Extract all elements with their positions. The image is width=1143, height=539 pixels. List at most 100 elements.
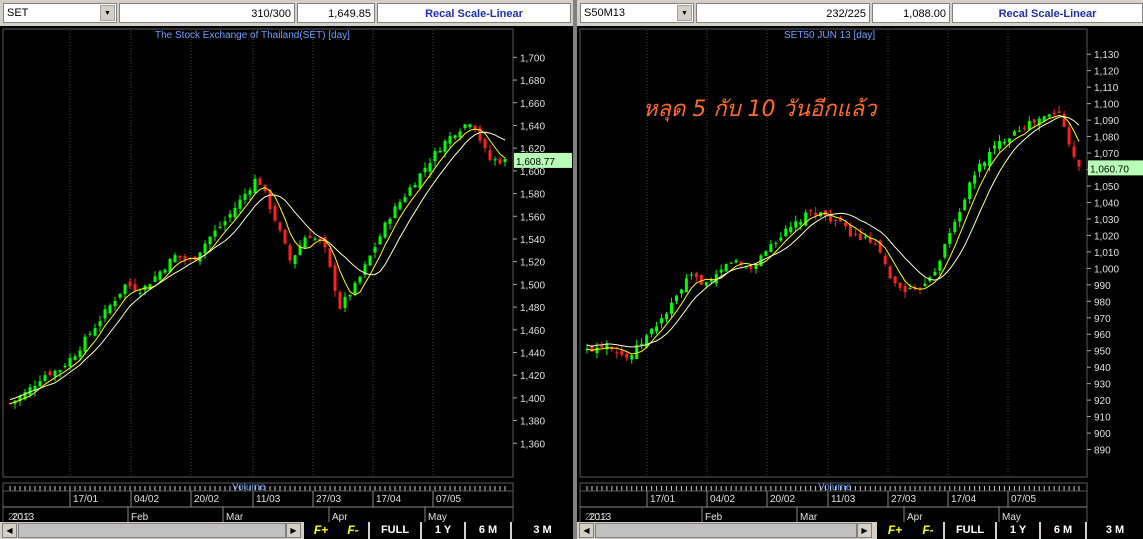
date-label: 27/03 — [891, 494, 916, 505]
candle-body — [28, 387, 32, 395]
candle-body — [883, 255, 887, 265]
chevron-down-icon[interactable]: ▼ — [677, 5, 692, 21]
price-chart[interactable]: The Stock Exchange of Thailand(SET) [day… — [0, 26, 573, 522]
candle-body — [438, 150, 442, 153]
candle-body — [893, 276, 897, 284]
date-label: 17/01 — [650, 494, 675, 505]
candle-body — [595, 347, 599, 354]
candle-body — [138, 292, 142, 294]
candle-body — [353, 282, 357, 295]
candle-body — [943, 244, 947, 258]
candle-body — [358, 276, 362, 283]
candle-body — [178, 255, 182, 258]
horizontal-scrollbar[interactable] — [18, 523, 286, 538]
candle-body — [43, 375, 47, 381]
zoom-in-button[interactable]: F+ — [877, 522, 913, 539]
recal-scale-button[interactable]: Recal Scale-Linear — [952, 3, 1143, 23]
ma-10-line — [9, 131, 506, 401]
axis-label: 1,110 — [1094, 83, 1119, 94]
candle-body — [108, 305, 112, 313]
candle-body — [483, 139, 487, 149]
axis-label: 1,120 — [1094, 67, 1119, 78]
candle-body — [78, 350, 82, 357]
candle-body — [689, 274, 693, 276]
range-3m-button[interactable]: 3 M — [1085, 522, 1143, 539]
count-field: 232/225 — [696, 3, 870, 23]
axis-label: 910 — [1094, 413, 1111, 424]
candle-body — [630, 355, 634, 360]
axis-label: 1,380 — [520, 417, 545, 428]
axis-label: 1,500 — [520, 280, 545, 291]
axis-label: 1,020 — [1094, 231, 1119, 242]
candle-body — [784, 228, 788, 237]
candle-body — [223, 221, 227, 226]
candle-body — [348, 295, 352, 297]
range-6m-button[interactable]: 6 M — [1039, 522, 1085, 539]
candle-body — [873, 243, 877, 245]
range-1y-button[interactable]: 1 Y — [995, 522, 1039, 539]
range-full-button[interactable]: FULL — [368, 522, 420, 539]
candle-body — [650, 328, 654, 335]
range-3m-button[interactable]: 3 M — [510, 522, 573, 539]
candle-body — [93, 328, 97, 336]
candle-body — [983, 162, 987, 167]
candle-body — [699, 274, 703, 285]
candle-body — [669, 302, 673, 314]
date-label: 17/01 — [73, 494, 98, 505]
scroll-right-arrow-icon[interactable]: ▶ — [286, 523, 301, 538]
month-label: May — [1002, 512, 1021, 522]
chart-title: The Stock Exchange of Thailand(SET) [day… — [155, 30, 350, 41]
candle-body — [898, 282, 902, 288]
candle-body — [258, 178, 262, 185]
candle-body — [843, 222, 847, 227]
symbol-select[interactable]: S50M13 ▼ — [580, 3, 694, 23]
candle-body — [620, 350, 624, 355]
year-overlap-label: 2012 — [585, 512, 608, 522]
candle-body — [218, 226, 222, 228]
recal-scale-button[interactable]: Recal Scale-Linear — [377, 3, 571, 23]
last-price-field: 1,088.00 — [872, 3, 950, 23]
range-full-button[interactable]: FULL — [943, 522, 995, 539]
candle-body — [799, 222, 803, 225]
axis-label: 1,070 — [1094, 149, 1119, 160]
horizontal-scrollbar[interactable] — [595, 523, 857, 538]
price-chart[interactable]: SET50 JUN 13 [day] 1,130 1,120 1,110 1,100 1,… — [577, 26, 1143, 522]
date-label: 04/02 — [134, 494, 159, 505]
annotation-text: หลุด 5 กับ 10 วันอีกแล้ว — [643, 97, 878, 122]
chevron-down-icon[interactable]: ▼ — [100, 5, 115, 21]
candle-body — [1057, 111, 1061, 113]
zoom-out-button[interactable]: F- — [338, 522, 368, 539]
candle-body — [63, 365, 67, 368]
range-1y-button[interactable]: 1 Y — [420, 522, 464, 539]
axis-label: 1,000 — [1094, 264, 1119, 275]
scroll-right-arrow-icon[interactable]: ▶ — [857, 523, 872, 538]
candle-body — [38, 381, 42, 387]
candle-body — [428, 163, 432, 172]
candle-body — [243, 193, 247, 200]
candle-body — [338, 292, 342, 309]
candle-body — [1017, 130, 1021, 132]
zoom-out-button[interactable]: F- — [913, 522, 943, 539]
axis-label: 1,600 — [520, 167, 545, 178]
axis-label: 1,560 — [520, 212, 545, 223]
candle-body — [665, 313, 669, 320]
range-6m-button[interactable]: 6 M — [464, 522, 510, 539]
candle-body — [423, 167, 427, 173]
candle-body — [388, 218, 392, 224]
scroll-left-arrow-icon[interactable]: ◀ — [579, 523, 594, 538]
candle-body — [123, 284, 127, 295]
candle-body — [413, 184, 417, 188]
axis-label: 980 — [1094, 297, 1111, 308]
candle-body — [779, 237, 783, 241]
candle-body — [458, 131, 462, 138]
month-label: Feb — [131, 512, 149, 522]
year-overlap-label: 2012 — [8, 512, 31, 522]
candle-body — [988, 151, 992, 167]
candle-body — [833, 220, 837, 222]
candle-body — [133, 284, 137, 291]
candle-body — [1077, 159, 1081, 167]
symbol-select[interactable]: SET ▼ — [3, 3, 117, 23]
axis-label: 960 — [1094, 330, 1111, 341]
scroll-left-arrow-icon[interactable]: ◀ — [2, 523, 17, 538]
zoom-in-button[interactable]: F+ — [304, 522, 338, 539]
